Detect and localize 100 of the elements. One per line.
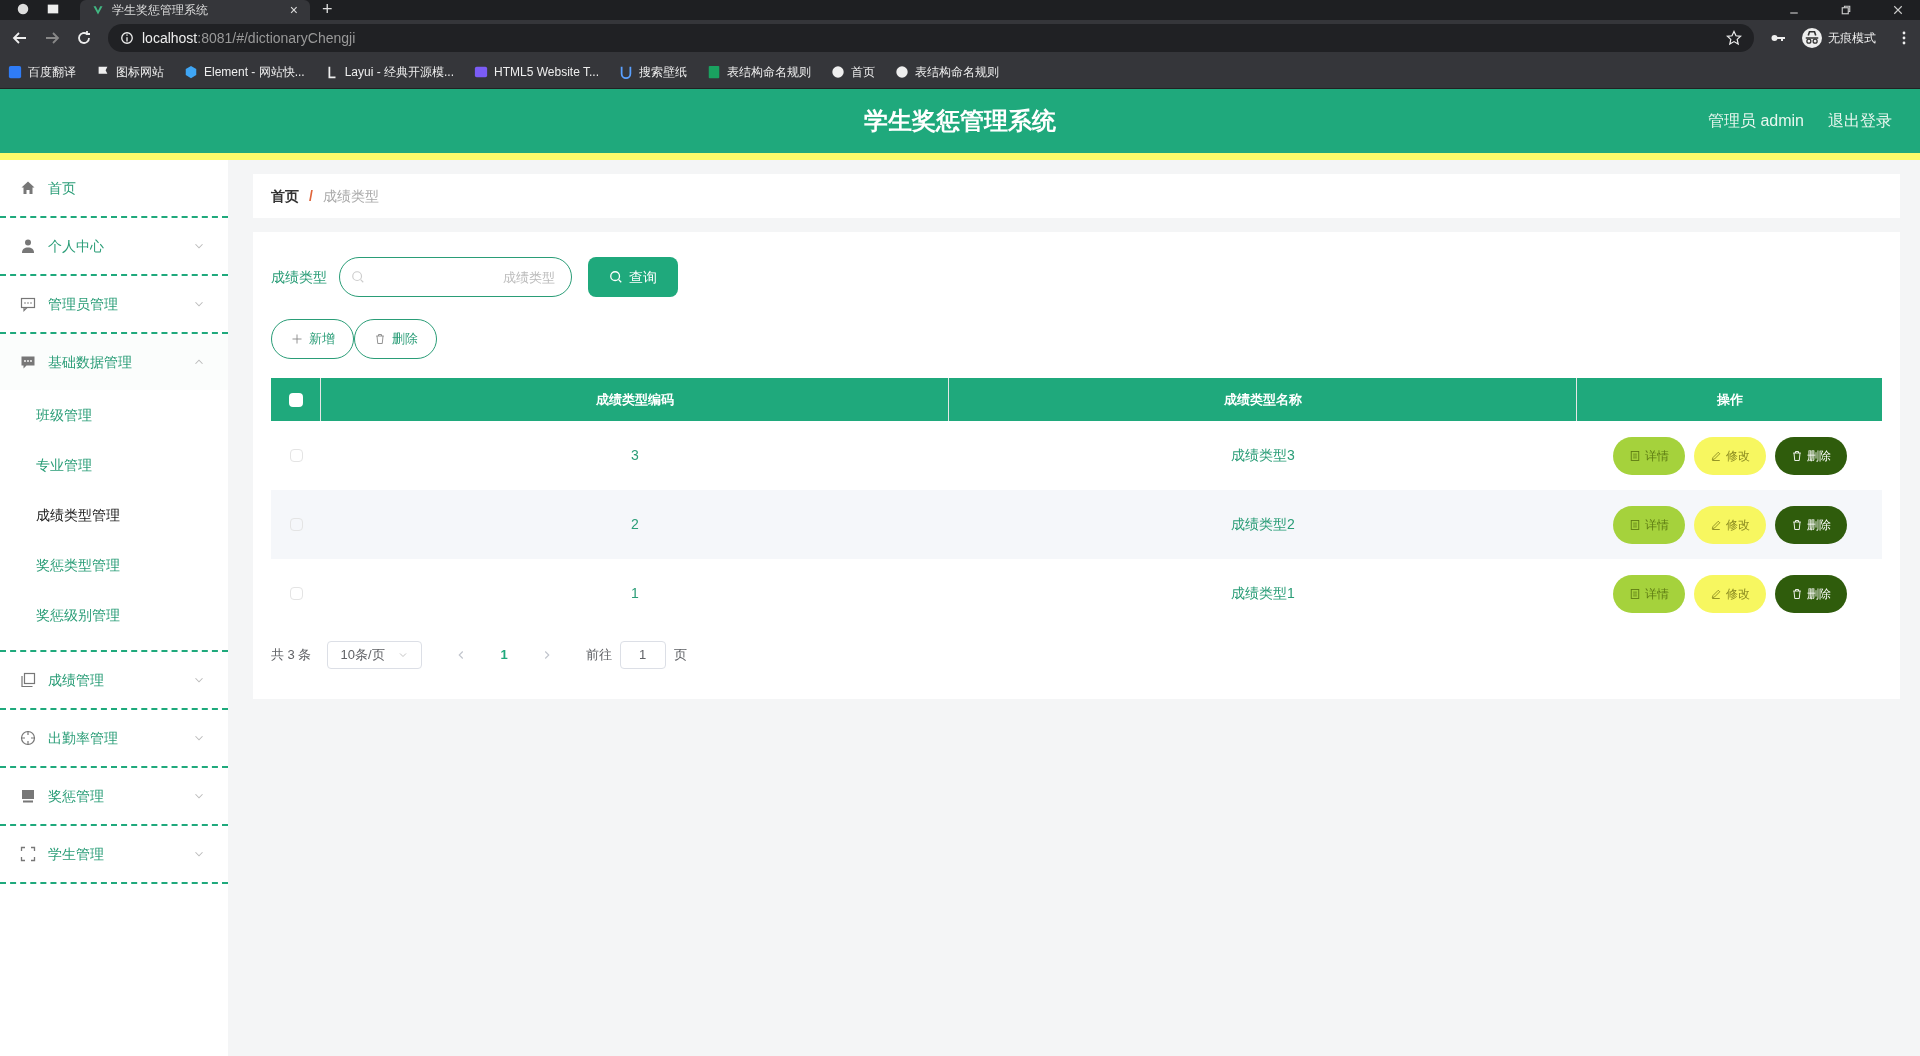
row-checkbox[interactable]: [289, 587, 303, 600]
back-icon[interactable]: [12, 30, 28, 46]
row-checkbox[interactable]: [289, 449, 303, 462]
edit-button[interactable]: 修改: [1693, 574, 1766, 613]
sidebar-menu-item[interactable]: 首页: [0, 160, 228, 216]
address-bar[interactable]: localhost:8081/#/dictionaryChengji: [108, 24, 1754, 52]
document-icon: [1628, 449, 1641, 462]
bookmark[interactable]: 首页: [831, 63, 875, 81]
breadcrumb-separator: /: [309, 186, 313, 206]
document-icon: [1628, 587, 1641, 600]
sidebar-menu-item[interactable]: 成绩管理: [0, 652, 228, 708]
search-button[interactable]: 查询: [588, 257, 678, 297]
trash-icon: [1790, 518, 1803, 531]
star-icon[interactable]: [1726, 30, 1742, 46]
table-cell-text: 成绩类型3: [1230, 446, 1296, 465]
table-cell-text: 1: [630, 584, 640, 603]
bookmark[interactable]: 表结构命名规则: [707, 63, 811, 81]
search-field[interactable]: 成绩类型: [339, 257, 572, 297]
trash-icon: [1790, 449, 1803, 462]
goto-suffix: 页: [673, 646, 687, 665]
delete-button[interactable]: 删除: [1774, 436, 1847, 475]
delete-button[interactable]: 删除: [1774, 574, 1847, 613]
table-cell-text: 成绩类型1: [1230, 584, 1296, 603]
document-icon: [1628, 518, 1641, 531]
page-size-select[interactable]: 10条/页: [327, 641, 423, 669]
app-title: 学生奖惩管理系统: [864, 106, 1056, 136]
trash-icon: [373, 333, 386, 345]
window-icon: [46, 2, 60, 16]
sidebar-menu-item[interactable]: 奖惩管理: [0, 768, 228, 824]
url-text: localhost:8081/#/dictionaryChengji: [142, 28, 356, 48]
crosshair-icon: [20, 730, 36, 746]
bookmark-icon: [474, 65, 489, 79]
bookmark[interactable]: 图标网站: [96, 63, 164, 81]
chat-bubble-icon: [20, 296, 36, 312]
bookmark-icon: [831, 65, 845, 79]
restore-icon[interactable]: [1840, 4, 1852, 16]
details-button[interactable]: 详情: [1612, 505, 1685, 544]
bookmark[interactable]: HTML5 Website T...: [474, 63, 599, 81]
edit-button[interactable]: 修改: [1693, 436, 1766, 475]
logout-link[interactable]: 退出登录: [1828, 109, 1892, 133]
bookmark-icon: [8, 65, 22, 79]
chat-bubble-icon: [20, 354, 36, 370]
home-icon: [20, 180, 36, 196]
table-cell-text: 2: [630, 515, 640, 534]
sidebar-menu-item[interactable]: 学生管理: [0, 826, 228, 882]
total-count: 共 3 条: [271, 646, 312, 665]
bookmark-icon: [184, 65, 198, 79]
pencil-icon: [1709, 518, 1722, 531]
tab-close[interactable]: ×: [289, 3, 298, 17]
submenu-item[interactable]: 专业管理: [0, 440, 228, 490]
goto-page-field[interactable]: 1: [619, 641, 666, 669]
reload-icon[interactable]: [76, 30, 92, 46]
table-cell-text: 成绩类型2: [1230, 515, 1296, 534]
forward-icon[interactable]: [44, 30, 60, 46]
breadcrumb-item[interactable]: 首页: [271, 185, 299, 207]
info-icon: [120, 31, 134, 45]
sidebar-menu-item[interactable]: 个人中心: [0, 218, 228, 274]
details-button[interactable]: 详情: [1612, 574, 1685, 613]
sidebar-menu-item[interactable]: 出勤率管理: [0, 710, 228, 766]
v-logo-icon: [92, 4, 104, 16]
monitor-icon: [20, 788, 36, 804]
pencil-icon: [1709, 449, 1722, 462]
submenu-item[interactable]: 班级管理: [0, 390, 228, 440]
search-icon: [351, 270, 365, 284]
page-number[interactable]: 1: [500, 645, 508, 665]
plus-icon: [290, 333, 303, 345]
person-icon: [20, 238, 36, 254]
edit-button[interactable]: 修改: [1693, 505, 1766, 544]
search-icon: [609, 270, 623, 284]
bookmark-icon: [895, 65, 909, 79]
bookmark-icon: [707, 65, 721, 79]
pencil-icon: [1709, 587, 1722, 600]
browser-tab[interactable]: 学生奖惩管理系统 ×: [80, 0, 310, 20]
tab-title: 学生奖惩管理系统: [112, 2, 209, 19]
submenu-item[interactable]: 奖惩级别管理: [0, 590, 228, 640]
bookmark[interactable]: 表结构命名规则: [895, 63, 999, 81]
incognito-icon: [1802, 28, 1822, 48]
trash-icon: [1790, 587, 1803, 600]
close-icon[interactable]: [1892, 4, 1904, 16]
select-all-checkbox[interactable]: [288, 392, 303, 407]
bookmark[interactable]: Element - 网站快...: [184, 63, 305, 81]
copy-icon: [20, 672, 36, 688]
new-tab-button[interactable]: +: [322, 0, 333, 18]
table-cell-text: 3: [630, 446, 640, 465]
column-header: 操作: [1715, 390, 1744, 409]
sidebar-menu-item[interactable]: 基础数据管理: [0, 334, 228, 390]
user-label: 管理员 admin: [1707, 111, 1804, 131]
bookmark[interactable]: 搜索壁纸: [619, 63, 687, 81]
bookmark[interactable]: 百度翻译: [8, 63, 76, 81]
submenu-item[interactable]: 奖惩类型管理: [0, 540, 228, 590]
submenu-item[interactable]: 成绩类型管理: [0, 490, 228, 540]
delete-button[interactable]: 删除: [1774, 505, 1847, 544]
sidebar-menu-item[interactable]: 管理员管理: [0, 276, 228, 332]
incognito-badge[interactable]: 无痕模式: [1802, 28, 1880, 48]
bookmark[interactable]: Layui - 经典开源模...: [324, 63, 455, 81]
details-button[interactable]: 详情: [1612, 436, 1685, 475]
search-label: 成绩类型: [271, 267, 327, 287]
breadcrumb-item: 成绩类型: [322, 186, 379, 206]
goto-label: 前往: [585, 646, 612, 665]
frame-icon: [20, 846, 36, 862]
